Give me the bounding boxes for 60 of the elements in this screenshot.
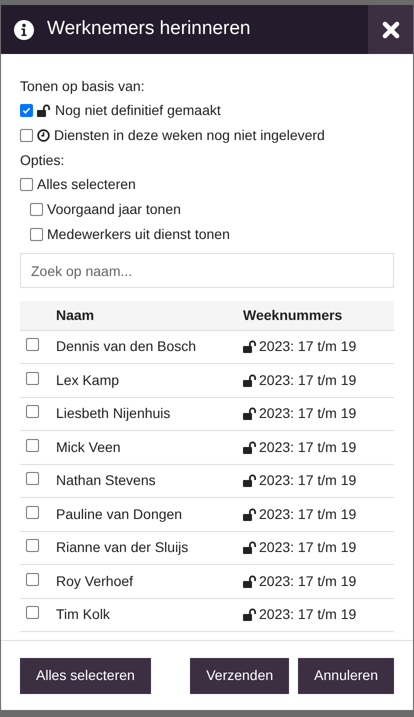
unlocked-padlock-icon bbox=[243, 340, 257, 354]
unlocked-padlock-icon bbox=[243, 541, 257, 554]
checkbox[interactable] bbox=[26, 539, 39, 552]
employee-name: Pauline van Dongen bbox=[56, 506, 182, 522]
filter-label: Nog niet definitief gemaakt bbox=[55, 101, 221, 120]
unlocked-padlock-icon bbox=[243, 608, 257, 622]
employee-name: Rianne van der Sluijs bbox=[56, 539, 188, 556]
checkbox[interactable] bbox=[30, 228, 43, 241]
checkbox[interactable] bbox=[26, 606, 39, 620]
employee-name: Liesbeth Nijenhuis bbox=[56, 405, 170, 422]
checkbox[interactable] bbox=[26, 572, 39, 586]
section-heading: Opties: bbox=[20, 150, 66, 170]
close-button[interactable] bbox=[368, 5, 413, 54]
week-numbers: 2023: 17 t/m 19 bbox=[259, 370, 356, 390]
option-label: Voorgaand jaar tonen bbox=[47, 200, 181, 219]
unlocked-padlock-icon bbox=[243, 574, 257, 588]
week-numbers: 2023: 17 t/m 19 bbox=[259, 538, 356, 558]
checkbox[interactable] bbox=[26, 405, 39, 418]
column-header: Weeknummers bbox=[243, 306, 342, 323]
column-header: Naam bbox=[56, 306, 94, 323]
checkbox[interactable] bbox=[26, 372, 39, 385]
footer-button[interactable]: Verzenden bbox=[190, 658, 290, 694]
week-numbers: 2023: 17 t/m 19 bbox=[259, 572, 356, 591]
week-numbers: 2023: 17 t/m 19 bbox=[259, 337, 356, 356]
footer-button[interactable]: Alles selecteren bbox=[20, 658, 151, 694]
checkbox[interactable] bbox=[26, 472, 39, 486]
filter-label: Diensten in deze weken nog niet ingeleverd bbox=[54, 126, 325, 145]
week-numbers: 2023: 17 t/m 19 bbox=[259, 404, 356, 424]
checkbox[interactable] bbox=[26, 506, 39, 519]
unlocked-padlock-icon bbox=[243, 374, 257, 387]
week-numbers: 2023: 17 t/m 19 bbox=[259, 438, 356, 457]
checkbox[interactable] bbox=[20, 178, 33, 191]
dialog-title: Werknemers herinneren bbox=[47, 17, 252, 42]
employee-name: Nathan Stevens bbox=[56, 472, 156, 488]
week-numbers: 2023: 17 t/m 19 bbox=[259, 605, 356, 624]
unlocked-padlock-icon bbox=[243, 440, 257, 454]
week-numbers: 2023: 17 t/m 19 bbox=[259, 504, 356, 524]
checkbox[interactable] bbox=[26, 438, 39, 452]
close-icon bbox=[382, 20, 400, 38]
unlocked-padlock-icon bbox=[243, 407, 257, 420]
info-icon bbox=[14, 20, 34, 40]
checkbox[interactable] bbox=[26, 338, 39, 352]
employee-name: Mick Veen bbox=[56, 438, 121, 455]
unlocked-padlock-icon bbox=[37, 104, 51, 117]
employee-name: Roy Verhoef bbox=[56, 572, 134, 589]
option-label: Alles selecteren bbox=[37, 175, 136, 194]
employee-name: Lex Kamp bbox=[56, 372, 120, 388]
section-heading: Tonen op basis van: bbox=[20, 77, 146, 96]
unlocked-padlock-icon bbox=[243, 508, 257, 521]
clock-icon bbox=[37, 129, 50, 142]
employee-name: Tim Kolk bbox=[56, 606, 110, 622]
footer-button[interactable]: Annuleren bbox=[298, 658, 394, 694]
week-numbers: 2023: 17 t/m 19 bbox=[259, 471, 356, 490]
checkbox[interactable] bbox=[30, 203, 43, 216]
option-label: Medewerkers uit dienst tonen bbox=[47, 225, 230, 244]
search-field[interactable]: Zoek op naam... bbox=[20, 253, 394, 288]
unlocked-padlock-icon bbox=[243, 474, 257, 488]
checkbox[interactable] bbox=[20, 104, 33, 117]
employee-name: Dennis van den Bosch bbox=[56, 338, 196, 354]
checkbox[interactable] bbox=[20, 129, 33, 142]
